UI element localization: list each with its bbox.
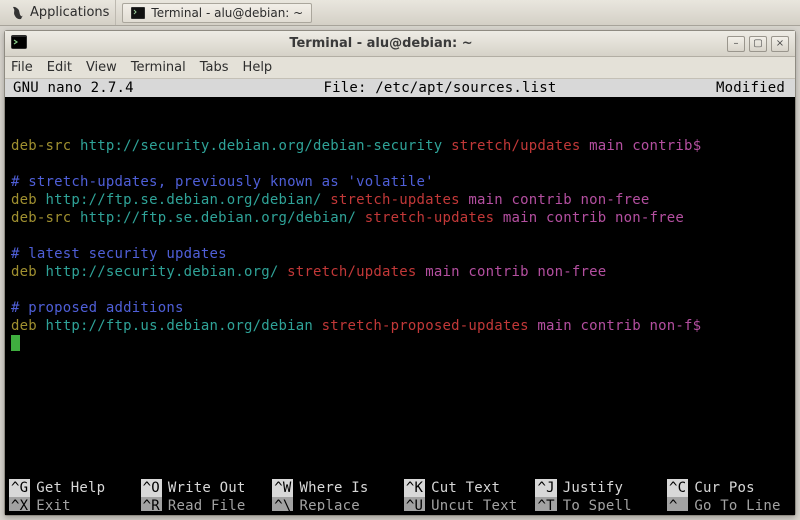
menubar: File Edit View Terminal Tabs Help — [5, 57, 795, 79]
token-components: main contrib non-free — [417, 264, 607, 280]
shortcut-key: ^W — [272, 479, 293, 497]
shortcut-label: To Spell — [563, 497, 632, 511]
token-components: main contrib non-free — [460, 192, 650, 208]
titlebar[interactable]: Terminal - alu@debian: ~ – ▢ × — [5, 31, 795, 57]
shortcut-key: ^_ — [667, 497, 688, 511]
applications-menu[interactable]: Applications — [4, 0, 116, 25]
shortcut: ^O Write Out — [137, 479, 269, 497]
close-button[interactable]: × — [771, 36, 789, 52]
comment-line: # latest security updates — [11, 246, 227, 262]
terminal-window: Terminal - alu@debian: ~ – ▢ × File Edit… — [4, 30, 796, 516]
maximize-icon: ▢ — [753, 38, 762, 49]
taskbar-task-terminal[interactable]: Terminal - alu@debian: ~ — [122, 3, 312, 23]
comment-line: # proposed additions — [11, 300, 184, 316]
maximize-button[interactable]: ▢ — [749, 36, 767, 52]
shortcut-key: ^G — [9, 479, 30, 497]
shortcut-label: Read File — [168, 497, 246, 511]
shortcut-label: Uncut Text — [431, 497, 517, 511]
shortcut-label: Justify — [563, 479, 623, 497]
shortcut: ^C Cur Pos — [663, 479, 795, 497]
token-suite: stretch-updates — [356, 210, 494, 226]
nano-status: Modified — [683, 79, 793, 97]
token-type: deb-src — [11, 138, 71, 154]
shortcut-label: Exit — [36, 497, 71, 511]
shortcut: ^J Justify — [531, 479, 663, 497]
token-type: deb — [11, 192, 37, 208]
shortcut-key: ^J — [535, 479, 556, 497]
shortcut-label: Write Out — [168, 479, 246, 497]
shortcut-key: ^T — [535, 497, 556, 511]
token-suite: stretch/updates — [279, 264, 417, 280]
taskbar: Applications Terminal - alu@debian: ~ — [0, 0, 800, 26]
shortcut-key: ^C — [667, 479, 688, 497]
nano-header: GNU nano 2.7.4 File: /etc/apt/sources.li… — [5, 79, 795, 97]
menu-file[interactable]: File — [11, 60, 33, 75]
token-type: deb-src — [11, 210, 71, 226]
menu-terminal[interactable]: Terminal — [131, 60, 186, 75]
shortcut-label: Go To Line — [694, 497, 780, 511]
shortcut-label: Replace — [299, 497, 359, 511]
token-suite: stretch-proposed-updates — [313, 318, 529, 334]
terminal-icon — [131, 7, 145, 19]
editor-content[interactable]: deb-src http://security.debian.org/debia… — [5, 97, 795, 354]
window-buttons: – ▢ × — [727, 36, 789, 52]
applications-label: Applications — [30, 5, 109, 20]
menu-help[interactable]: Help — [243, 60, 273, 75]
shortcut: ^K Cut Text — [400, 479, 532, 497]
shortcut-key: ^K — [404, 479, 425, 497]
shortcut: ^_ Go To Line — [663, 497, 795, 511]
menu-edit[interactable]: Edit — [47, 60, 72, 75]
text-cursor — [11, 335, 20, 351]
token-type: deb — [11, 264, 37, 280]
token-url: http://ftp.us.debian.org/debian — [37, 318, 313, 334]
comment-line: # stretch-updates, previously known as '… — [11, 174, 434, 190]
token-url: http://security.debian.org/ — [37, 264, 279, 280]
minimize-icon: – — [734, 38, 739, 49]
token-components: main contrib non-free — [494, 210, 684, 226]
nano-footer: ^G Get Help ^O Write Out ^W Where Is ^K Cut … — [5, 479, 795, 515]
shortcut-label: Where Is — [299, 479, 368, 497]
minimize-button[interactable]: – — [727, 36, 745, 52]
mouse-icon — [10, 5, 26, 21]
shortcut-key: ^X — [9, 497, 30, 511]
token-url: http://security.debian.org/debian-securi… — [71, 138, 442, 154]
token-url: http://ftp.se.debian.org/debian/ — [37, 192, 322, 208]
nano-app-name: GNU nano 2.7.4 — [7, 79, 197, 97]
shortcut: ^T To Spell — [531, 497, 663, 511]
taskbar-task-label: Terminal - alu@debian: ~ — [151, 6, 303, 20]
shortcut-label: Cut Text — [431, 479, 500, 497]
token-url: http://ftp.se.debian.org/debian/ — [71, 210, 356, 226]
token-suite: stretch/updates — [442, 138, 580, 154]
token-components: main contrib non-f$ — [529, 318, 702, 334]
shortcut: ^R Read File — [137, 497, 269, 511]
shortcut-label: Get Help — [36, 479, 105, 497]
shortcut: ^G Get Help — [5, 479, 137, 497]
shortcut: ^U Uncut Text — [400, 497, 532, 511]
token-components: main contrib$ — [581, 138, 702, 154]
shortcut: ^W Where Is — [268, 479, 400, 497]
shortcut-key: ^R — [141, 497, 162, 511]
shortcut-key: ^\ — [272, 497, 293, 511]
terminal-icon — [11, 35, 27, 53]
nano-file-label: File: /etc/apt/sources.list — [197, 79, 683, 97]
menu-tabs[interactable]: Tabs — [200, 60, 229, 75]
shortcut: ^\ Replace — [268, 497, 400, 511]
window-title: Terminal - alu@debian: ~ — [35, 36, 727, 51]
shortcut-key: ^O — [141, 479, 162, 497]
shortcut: ^X Exit — [5, 497, 137, 511]
token-suite: stretch-updates — [322, 192, 460, 208]
shortcut-key: ^U — [404, 497, 425, 511]
shortcut-label: Cur Pos — [694, 479, 754, 497]
token-type: deb — [11, 318, 37, 334]
terminal-area[interactable]: GNU nano 2.7.4 File: /etc/apt/sources.li… — [5, 79, 795, 515]
close-icon: × — [776, 38, 784, 49]
menu-view[interactable]: View — [86, 60, 117, 75]
